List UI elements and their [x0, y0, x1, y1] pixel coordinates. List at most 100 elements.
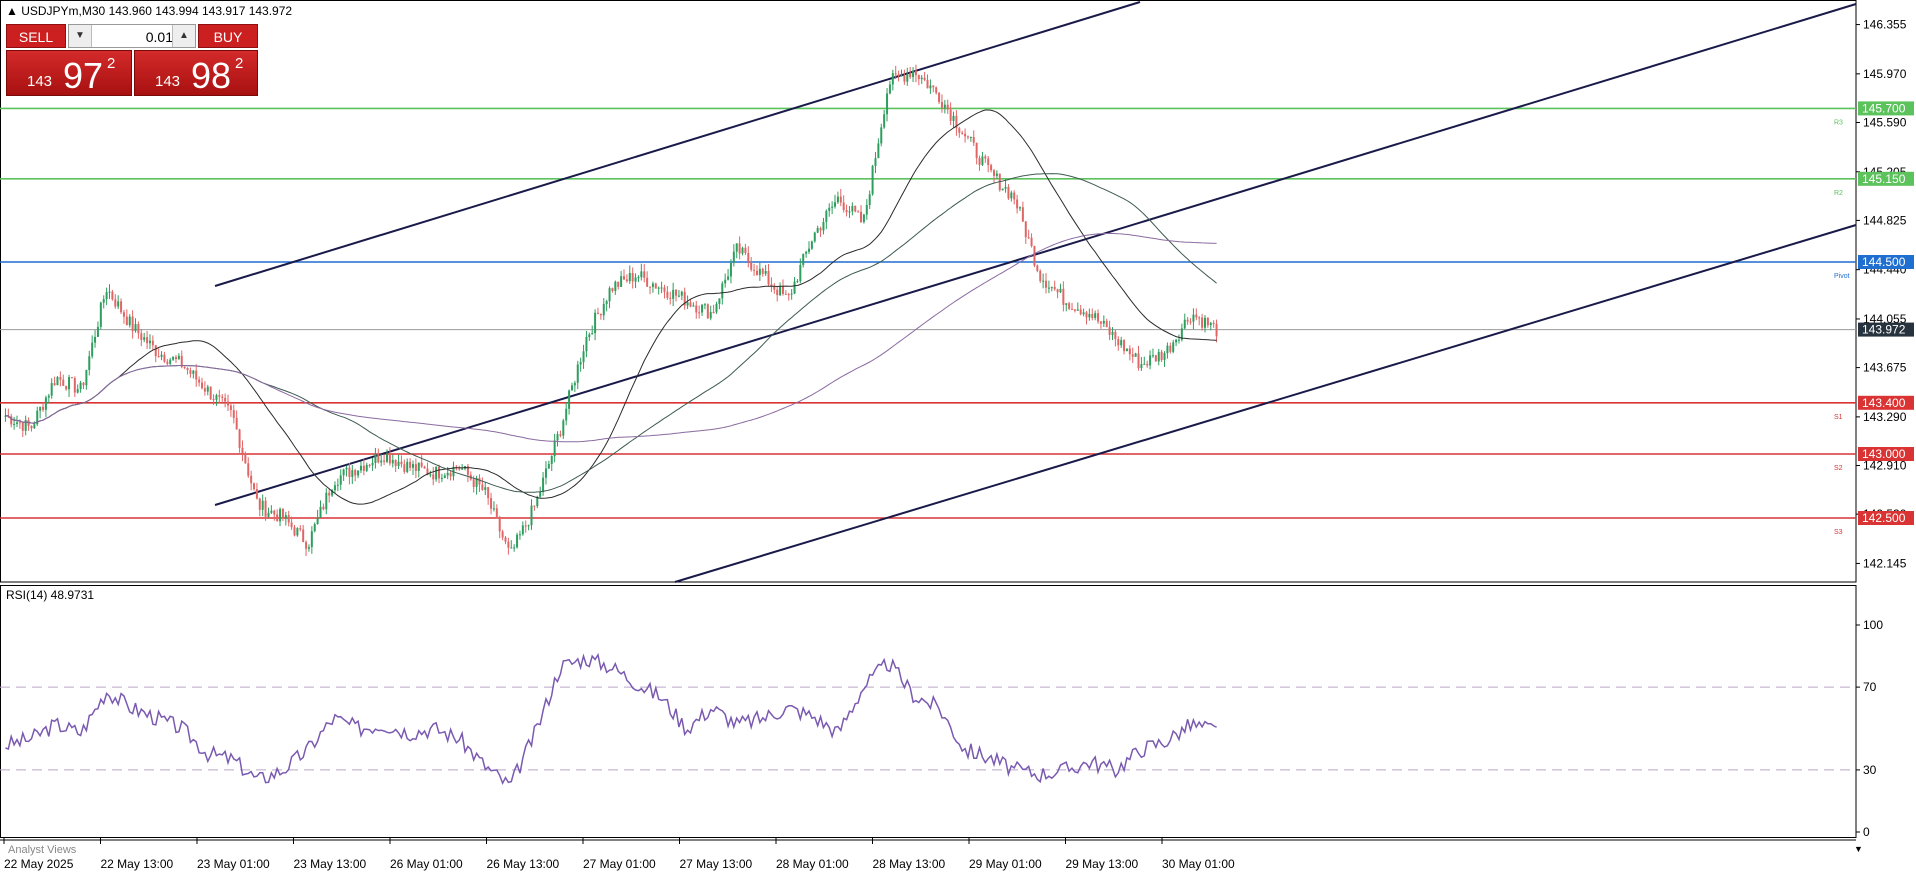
candle-body: [76, 389, 79, 393]
lot-decrease-icon[interactable]: ▼: [69, 25, 92, 47]
candle-body: [44, 397, 47, 410]
level-price-label: 143.400: [1862, 396, 1906, 410]
candle-body: [299, 528, 302, 530]
candle-body: [666, 291, 669, 298]
candle-body: [842, 202, 845, 211]
candle-body: [573, 382, 576, 386]
candle-body: [1169, 345, 1172, 352]
candle-body: [504, 537, 507, 542]
candle-body: [900, 75, 903, 77]
candle-body: [172, 357, 175, 360]
candle-body: [21, 422, 24, 431]
candle-body: [943, 104, 946, 108]
candle-body: [322, 506, 325, 510]
candle-body: [929, 85, 932, 89]
candle-body: [588, 334, 591, 338]
candle-body: [617, 281, 620, 287]
candle-body: [68, 377, 71, 390]
moving-average-line: [5, 173, 1217, 493]
candle-body: [50, 383, 53, 396]
time-axis-label: 27 May 01:00: [583, 857, 656, 871]
candle-body: [276, 514, 279, 522]
candle-body: [880, 127, 883, 144]
candle-body: [365, 464, 368, 471]
candle-body: [784, 293, 787, 295]
candle-body: [1091, 314, 1094, 318]
lot-size-input[interactable]: [93, 26, 175, 48]
candle-body: [1062, 288, 1065, 305]
sell-price-button[interactable]: 143 97 2: [6, 50, 132, 96]
candle-body: [1068, 303, 1071, 309]
candle-body: [62, 379, 65, 386]
candle-body: [779, 286, 782, 296]
level-price-label: 144.500: [1862, 255, 1906, 269]
candle-body: [938, 92, 941, 102]
candle-body: [30, 425, 33, 429]
candle-body: [646, 277, 649, 287]
candle-body: [417, 462, 420, 472]
buy-price-button[interactable]: 143 98 2: [134, 50, 258, 96]
candle-body: [79, 382, 82, 390]
candle-body: [932, 85, 935, 88]
candle-body: [82, 382, 85, 386]
candle-body: [160, 354, 163, 357]
candle-body: [651, 283, 654, 287]
candle-body: [461, 468, 464, 470]
candle-body: [1157, 351, 1160, 362]
candle-body: [1073, 309, 1076, 311]
candle-body: [192, 370, 195, 374]
candle-body: [200, 382, 203, 389]
candle-body: [400, 461, 403, 465]
channel-trendline[interactable]: [214, 1, 1141, 287]
candle-body: [177, 355, 180, 360]
candle-body: [1146, 363, 1149, 366]
price-axis-label: 143.675: [1863, 361, 1907, 375]
candle-body: [570, 385, 573, 391]
candle-body: [1160, 351, 1163, 360]
candle-body: [148, 340, 151, 344]
candle-body: [611, 288, 614, 291]
candle-body: [388, 453, 391, 464]
candle-body: [579, 362, 582, 365]
candle-body: [964, 133, 967, 137]
candle-body: [429, 474, 432, 476]
candle-body: [527, 525, 530, 527]
candle-body: [414, 464, 417, 472]
candle-body: [799, 264, 802, 282]
candle-body: [969, 137, 972, 139]
time-axis-label: 23 May 01:00: [197, 857, 270, 871]
candle-body: [85, 369, 88, 386]
candle-body: [1056, 289, 1059, 293]
sell-button[interactable]: SELL: [6, 24, 66, 48]
candle-body: [478, 477, 481, 485]
candle-body: [539, 492, 542, 497]
candle-body: [686, 302, 689, 306]
sell-price-prefix: 143: [27, 73, 53, 90]
lot-increase-icon[interactable]: ▲: [172, 25, 195, 47]
buy-button[interactable]: BUY: [198, 24, 258, 48]
candle-body: [917, 75, 920, 80]
candle-body: [409, 461, 412, 468]
candle-body: [39, 406, 42, 411]
candle-body: [423, 466, 426, 469]
candle-body: [834, 202, 837, 207]
candle-body: [16, 422, 19, 424]
candle-body: [724, 279, 727, 284]
candle-body: [831, 206, 834, 208]
rsi-line: [5, 652, 1217, 786]
symbol-title: ▲ USDJPYm,M30 143.960 143.994 143.917 14…: [6, 4, 293, 18]
candle-body: [498, 516, 501, 532]
one-click-trading-panel: SELL ▼ ▲ BUY 143 97 2 143 98 2: [6, 24, 258, 96]
time-axis-label: 30 May 01:00: [1162, 857, 1235, 871]
candle-body: [868, 194, 871, 206]
candle-body: [183, 366, 186, 368]
channel-trendline[interactable]: [214, 3, 1857, 506]
candle-body: [270, 510, 273, 513]
candle-body: [582, 351, 585, 363]
candle-body: [377, 453, 380, 463]
candle-body: [385, 453, 388, 462]
candle-body: [966, 136, 969, 138]
candle-body: [845, 210, 848, 213]
analyst-views-label[interactable]: Analyst Views: [8, 844, 76, 856]
chart-canvas[interactable]: 146.355145.970145.590145.205144.825144.4…: [0, 0, 1916, 874]
